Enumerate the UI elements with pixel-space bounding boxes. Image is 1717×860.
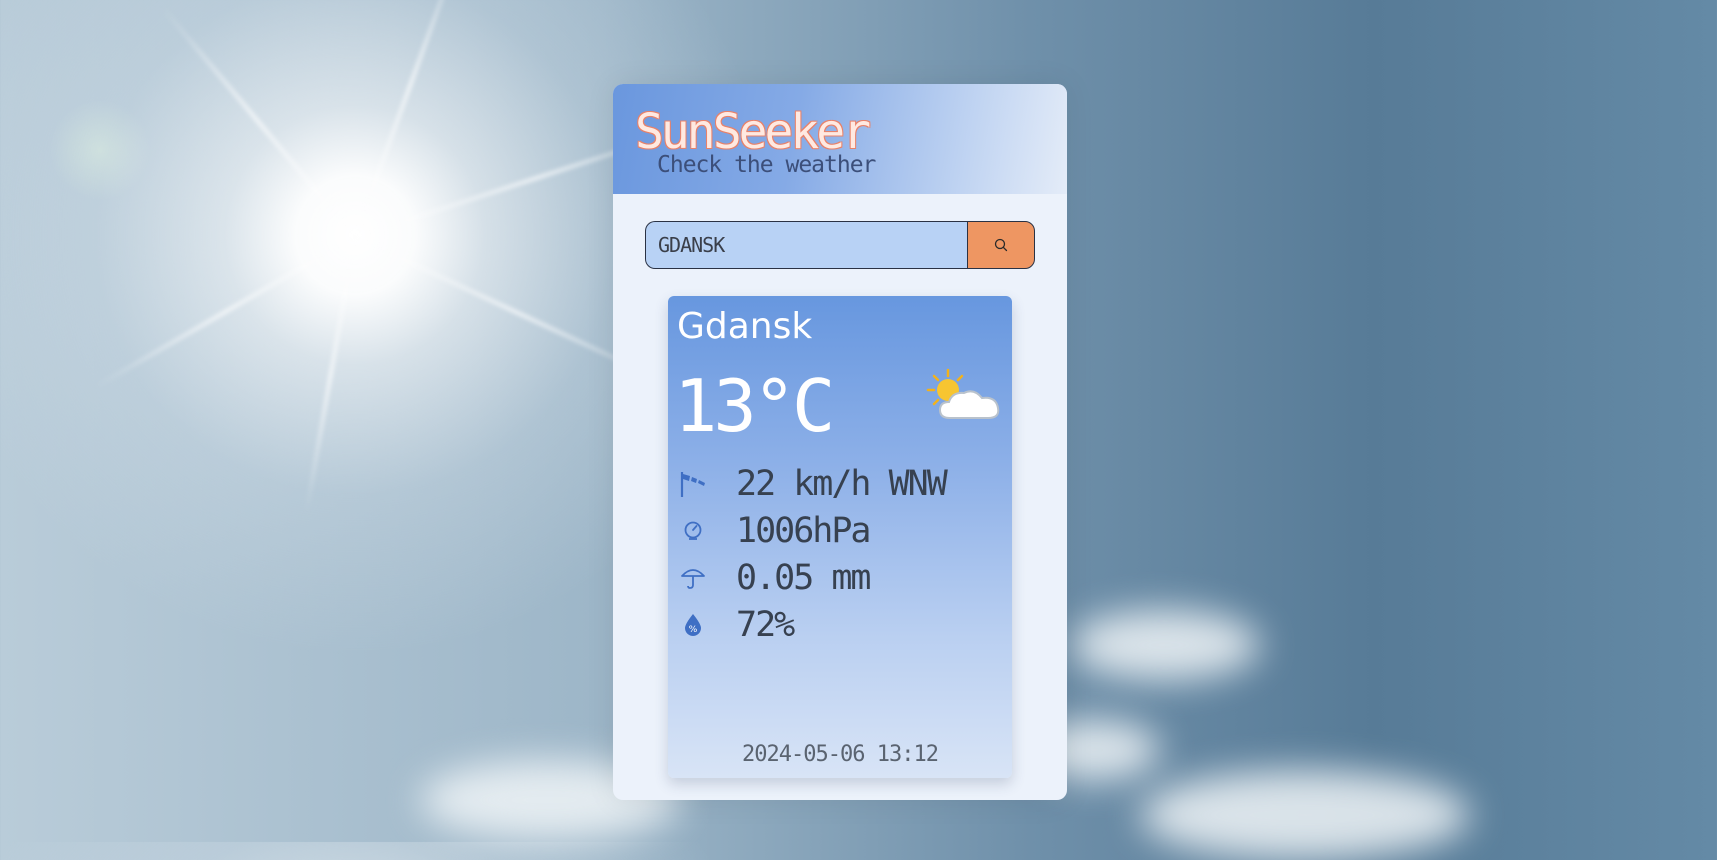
humidity-row: % 72% bbox=[678, 605, 795, 645]
app-header: SunSeeker Check the weather bbox=[613, 84, 1067, 194]
search-icon bbox=[994, 238, 1008, 252]
pressure-value: 1006hPa bbox=[736, 511, 872, 551]
updated-timestamp: 2024-05-06 13:12 bbox=[742, 742, 939, 767]
search-button[interactable] bbox=[967, 221, 1035, 269]
search-bar bbox=[645, 221, 1035, 269]
partly-cloudy-icon bbox=[926, 368, 1000, 419]
humidity-drop-icon: % bbox=[678, 610, 708, 640]
precipitation-value: 0.05 mm bbox=[736, 558, 872, 598]
cloud bbox=[1070, 610, 1260, 680]
search-input[interactable] bbox=[645, 221, 967, 269]
umbrella-icon bbox=[678, 563, 708, 593]
weather-card: Gdansk 13°C 22 km/h WNW 1006hPa 0.05 mm … bbox=[668, 296, 1012, 778]
precipitation-row: 0.05 mm bbox=[678, 558, 872, 598]
wind-row: 22 km/h WNW bbox=[678, 464, 948, 504]
temperature: 13°C bbox=[674, 364, 835, 448]
city-name: Gdansk bbox=[677, 306, 813, 347]
sun-ray bbox=[304, 236, 357, 514]
sun-ray bbox=[94, 235, 356, 389]
sun-ray bbox=[353, 0, 467, 238]
wind-value: 22 km/h WNW bbox=[736, 464, 948, 504]
weather-app-panel: SunSeeker Check the weather Gdansk 13°C bbox=[613, 84, 1067, 800]
app-subtitle: Check the weather bbox=[657, 152, 876, 178]
cloud bbox=[1140, 770, 1470, 860]
pressure-row: 1006hPa bbox=[678, 511, 872, 551]
windsock-icon bbox=[678, 469, 708, 499]
svg-text:%: % bbox=[689, 625, 698, 635]
pressure-gauge-icon bbox=[678, 516, 708, 546]
sun-ray bbox=[160, 5, 357, 239]
humidity-value: 72% bbox=[736, 605, 795, 645]
